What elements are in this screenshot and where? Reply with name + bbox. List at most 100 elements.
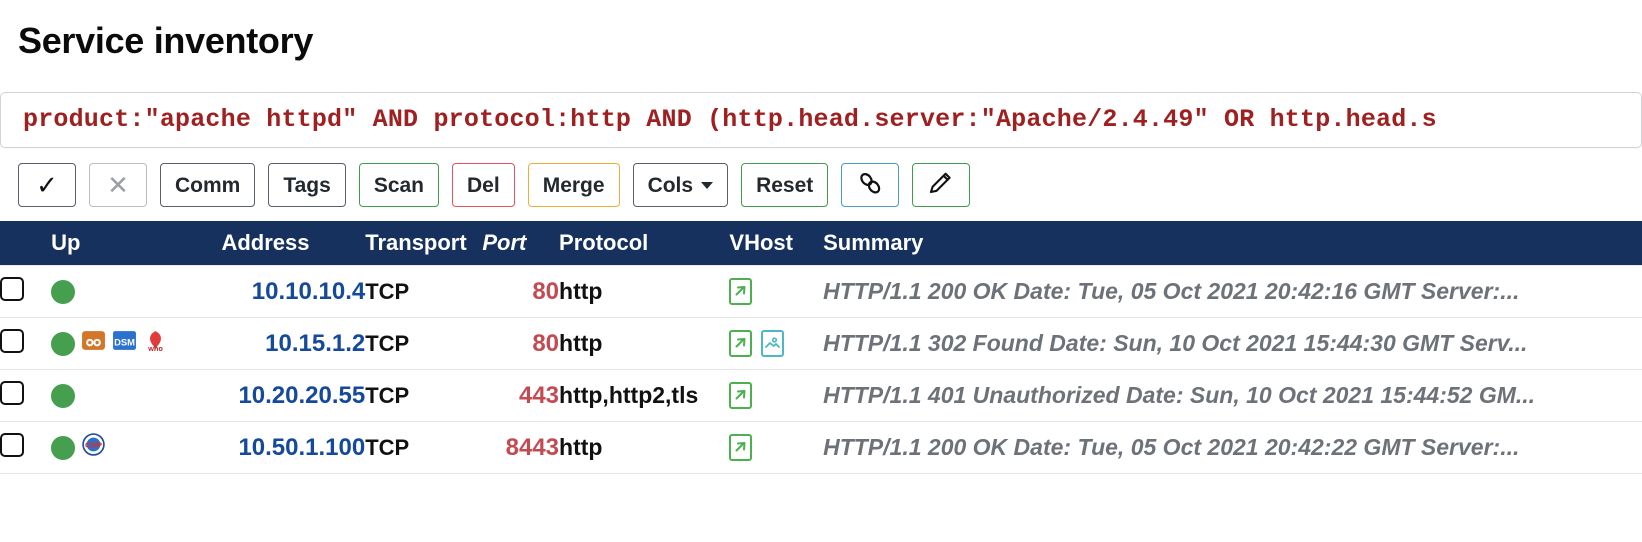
protocol-cell: http bbox=[559, 317, 730, 370]
service-results-table: Up Address Transport Port Protocol VHost Summa… bbox=[0, 221, 1642, 474]
up-status-cell: CWP bbox=[51, 421, 222, 474]
row-select-cell bbox=[0, 421, 52, 474]
svg-text:who: who bbox=[147, 344, 163, 353]
column-header-summary[interactable]: Summary bbox=[823, 221, 1642, 266]
delete-button[interactable]: Del bbox=[452, 163, 515, 207]
columns-dropdown-button-label: Cols bbox=[647, 173, 694, 197]
transport-value: TCP bbox=[365, 382, 410, 408]
action-toolbar: ✓ ✕ Comm Tags Scan Del Merge Cols Reset bbox=[18, 163, 1624, 207]
external-link-icon[interactable] bbox=[729, 278, 753, 305]
table-header-row: Up Address Transport Port Protocol VHost Summa… bbox=[0, 221, 1642, 266]
transport-cell: TCP bbox=[365, 369, 483, 422]
who-favicon: who bbox=[143, 328, 168, 359]
protocol-cell: http,http2,tls bbox=[559, 369, 730, 422]
row-select-cell bbox=[0, 265, 52, 318]
link-icon bbox=[855, 168, 885, 202]
select-all-button[interactable]: ✓ bbox=[18, 163, 76, 207]
up-status-cell bbox=[51, 265, 222, 318]
up-status-cell: DSM who bbox=[51, 317, 222, 370]
port-value[interactable]: 8443 bbox=[506, 434, 559, 461]
address-cell: 10.20.20.55 bbox=[221, 369, 366, 422]
column-header-transport[interactable]: Transport bbox=[365, 221, 483, 266]
column-header-address[interactable]: Address bbox=[221, 221, 366, 266]
cwp-favicon: CWP bbox=[81, 432, 106, 463]
transport-cell: TCP bbox=[365, 421, 483, 474]
search-input[interactable]: product:"apache httpd" AND protocol:http… bbox=[23, 105, 1437, 135]
external-link-icon[interactable] bbox=[729, 382, 753, 409]
reset-button-label: Reset bbox=[756, 173, 814, 197]
table-row[interactable]: 10.10.10.4 TCP 80 http HTTP/1.1 200 OK Date:… bbox=[0, 265, 1642, 318]
page-title: Service inventory bbox=[18, 20, 314, 61]
protocol-cell: http bbox=[559, 421, 730, 474]
svg-text:DSM: DSM bbox=[114, 338, 135, 348]
edit-button[interactable] bbox=[912, 163, 971, 207]
scan-button-label: Scan bbox=[373, 173, 425, 197]
columns-dropdown-button[interactable]: Cols bbox=[632, 163, 729, 207]
port-value[interactable]: 443 bbox=[519, 382, 559, 409]
opnsense-favicon bbox=[81, 328, 106, 359]
address-link[interactable]: 10.15.1.2 bbox=[265, 330, 365, 357]
row-checkbox[interactable] bbox=[0, 328, 24, 353]
link-button[interactable] bbox=[841, 163, 900, 207]
column-header-up[interactable]: Up bbox=[51, 221, 222, 266]
vhost-cell bbox=[729, 421, 824, 474]
row-checkbox[interactable] bbox=[0, 380, 24, 405]
up-status-cell bbox=[51, 369, 222, 422]
merge-button-label: Merge bbox=[542, 173, 605, 197]
comment-button-label: Comm bbox=[175, 173, 241, 197]
summary-text: HTTP/1.1 302 Found Date: Sun, 10 Oct 202… bbox=[823, 330, 1528, 356]
pencil-icon bbox=[926, 168, 956, 202]
service-inventory-page: Service inventory product:"apache httpd"… bbox=[0, 0, 1642, 542]
table-body: 10.10.10.4 TCP 80 http HTTP/1.1 200 OK Date:… bbox=[0, 265, 1642, 474]
column-header-vhost[interactable]: VHost bbox=[729, 221, 824, 266]
column-header-checkbox[interactable] bbox=[0, 221, 52, 266]
summary-cell: HTTP/1.1 200 OK Date: Tue, 05 Oct 2021 2… bbox=[823, 421, 1642, 474]
summary-cell: HTTP/1.1 401 Unauthorized Date: Sun, 10 … bbox=[823, 369, 1642, 422]
vhost-cell bbox=[729, 265, 824, 318]
svg-text:CWP: CWP bbox=[85, 441, 102, 450]
results-table-container: Up Address Transport Port Protocol VHost Summa… bbox=[0, 221, 1642, 474]
comment-button[interactable]: Comm bbox=[160, 163, 256, 207]
port-cell: 80 bbox=[482, 265, 560, 318]
transport-cell: TCP bbox=[365, 317, 483, 370]
protocol-cell: http bbox=[559, 265, 730, 318]
row-checkbox[interactable] bbox=[0, 432, 24, 457]
transport-value: TCP bbox=[365, 330, 410, 356]
row-select-cell bbox=[0, 369, 52, 422]
protocol-value: http bbox=[559, 330, 603, 356]
address-cell: 10.10.10.4 bbox=[221, 265, 366, 318]
column-header-protocol[interactable]: Protocol bbox=[559, 221, 730, 266]
address-link[interactable]: 10.50.1.100 bbox=[238, 434, 365, 461]
external-link-icon[interactable] bbox=[729, 330, 753, 357]
screenshot-icon[interactable] bbox=[761, 330, 785, 357]
external-link-icon[interactable] bbox=[729, 434, 753, 461]
column-header-port[interactable]: Port bbox=[482, 221, 560, 266]
status-up-indicator bbox=[51, 435, 76, 460]
table-row[interactable]: CWP 10.50.1.100 TCP 8443 http HTTP/1.1 200 OK… bbox=[0, 421, 1642, 474]
clear-selection-button[interactable]: ✕ bbox=[89, 163, 147, 207]
tags-button[interactable]: Tags bbox=[268, 163, 346, 207]
address-cell: 10.50.1.100 bbox=[221, 421, 366, 474]
transport-value: TCP bbox=[365, 278, 410, 304]
protocol-value: http bbox=[559, 278, 603, 304]
table-row[interactable]: 10.20.20.55 TCP 443 http,http2,tls HTTP/1.1 … bbox=[0, 369, 1642, 422]
scan-button[interactable]: Scan bbox=[358, 163, 440, 207]
address-link[interactable]: 10.20.20.55 bbox=[238, 382, 365, 409]
status-up-indicator bbox=[51, 279, 76, 304]
protocol-value: http bbox=[559, 434, 603, 460]
port-value[interactable]: 80 bbox=[532, 330, 559, 357]
transport-value: TCP bbox=[365, 434, 410, 460]
close-icon: ✕ bbox=[107, 170, 129, 200]
port-value[interactable]: 80 bbox=[532, 278, 559, 305]
table-row[interactable]: DSM who 10.15.1.2 TCP 80 http HTTP/1.1 302 Fou… bbox=[0, 317, 1642, 370]
merge-button[interactable]: Merge bbox=[527, 163, 620, 207]
summary-text: HTTP/1.1 401 Unauthorized Date: Sun, 10 … bbox=[823, 382, 1536, 408]
address-link[interactable]: 10.10.10.4 bbox=[252, 278, 365, 305]
row-select-cell bbox=[0, 317, 52, 370]
summary-text: HTTP/1.1 200 OK Date: Tue, 05 Oct 2021 2… bbox=[823, 278, 1520, 304]
search-query-bar[interactable]: product:"apache httpd" AND protocol:http… bbox=[0, 92, 1642, 148]
vhost-cell bbox=[729, 369, 824, 422]
row-checkbox[interactable] bbox=[0, 276, 24, 301]
summary-cell: HTTP/1.1 200 OK Date: Tue, 05 Oct 2021 2… bbox=[823, 265, 1642, 318]
reset-button[interactable]: Reset bbox=[741, 163, 829, 207]
